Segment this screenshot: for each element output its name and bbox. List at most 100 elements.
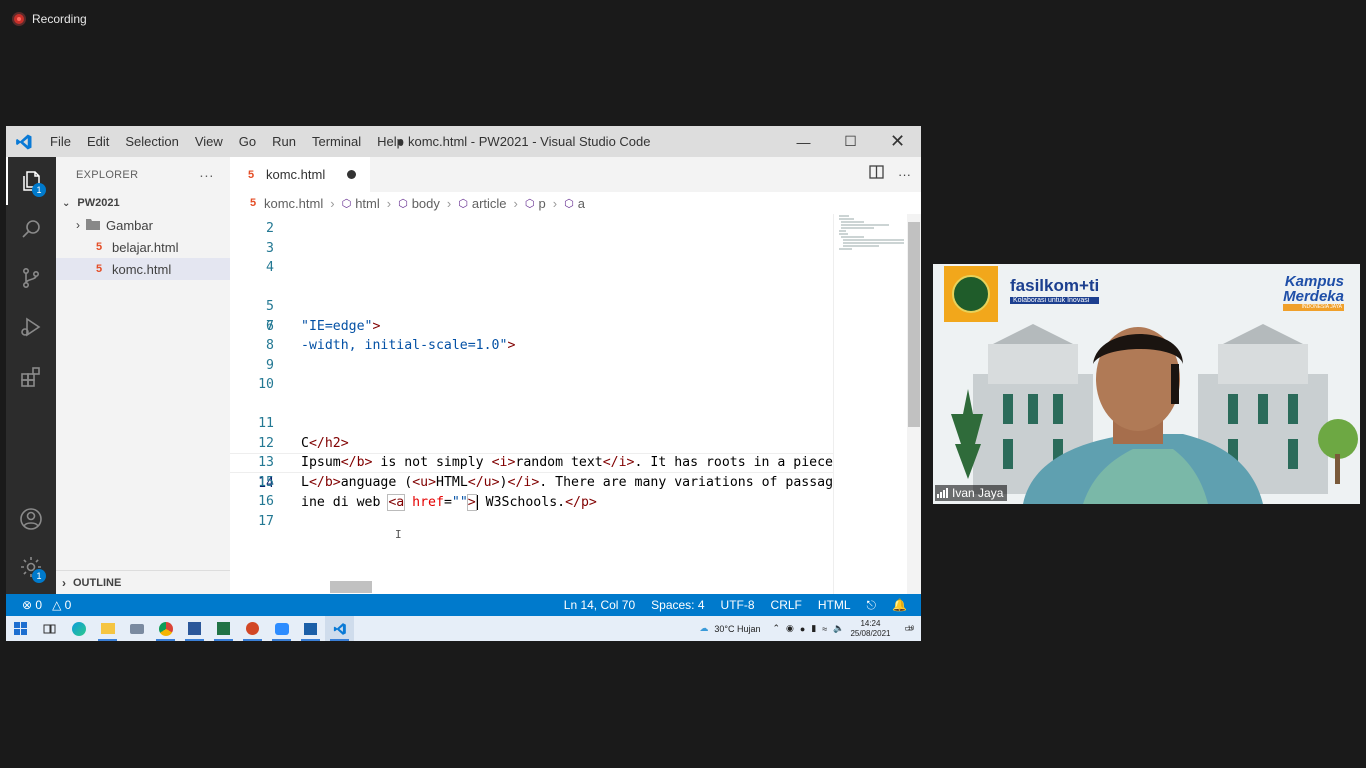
tree-item-belajar[interactable]: 5 belajar.html: [56, 236, 230, 258]
project-root[interactable]: ⌄ PW2021: [56, 192, 230, 214]
unsaved-dot-icon[interactable]: [347, 170, 357, 179]
explorer-sidebar: EXPLORER ··· ⌄ PW2021 › Gambar 5 belajar…: [56, 157, 230, 594]
menu-selection[interactable]: Selection: [117, 126, 186, 157]
more-actions-icon[interactable]: ···: [898, 167, 911, 182]
code-line: 13 L</b>anguage (<u>HTML</u>)</i>. There…: [230, 434, 833, 490]
clock-date: 25/08/2021: [850, 628, 891, 638]
explorer-title: EXPLORER: [76, 168, 139, 181]
merdeka-text: Merdeka: [1283, 288, 1344, 305]
menu-bar: File Edit Selection View Go Run Terminal…: [42, 126, 412, 157]
weather-text[interactable]: 30°C Hujan: [714, 624, 760, 634]
tree-item-gambar[interactable]: › Gambar: [56, 214, 230, 236]
word-icon[interactable]: [180, 616, 209, 641]
chrome-icon[interactable]: [151, 616, 180, 641]
explorer-badge: 1: [32, 183, 46, 197]
vertical-scrollbar[interactable]: [907, 214, 921, 594]
language-mode[interactable]: HTML: [818, 598, 851, 612]
windows-start-icon[interactable]: [6, 616, 35, 641]
excel-icon[interactable]: [209, 616, 238, 641]
microphone-icon[interactable]: ●: [800, 624, 805, 634]
vscode-logo-icon: [6, 126, 42, 157]
menu-view[interactable]: View: [187, 126, 231, 157]
explorer-icon[interactable]: 1: [6, 157, 56, 205]
file-explorer-icon[interactable]: [93, 616, 122, 641]
settings-gear-icon[interactable]: 1: [6, 543, 56, 591]
horizontal-scrollbar-thumb[interactable]: [330, 581, 372, 593]
tree-item-komc[interactable]: 5 komc.html: [56, 258, 230, 280]
camera-app-icon[interactable]: [122, 616, 151, 641]
code-line: 9: [230, 356, 833, 376]
code-line-current: 14 ine di web <a href=""> W3Schools.</p>: [230, 453, 833, 511]
menu-go[interactable]: Go: [231, 126, 264, 157]
error-count: 0: [35, 598, 43, 612]
tree-right: [1318, 419, 1358, 459]
more-actions-icon[interactable]: ···: [199, 167, 214, 183]
edge-browser-icon[interactable]: [64, 616, 93, 641]
extensions-icon[interactable]: [6, 353, 56, 401]
editor-area: 5 komc.html ··· 5 komc.html › ⬡ html › ⬡…: [230, 157, 921, 594]
menu-help[interactable]: Help: [369, 126, 412, 157]
breadcrumb-a[interactable]: a: [578, 196, 585, 211]
menu-edit[interactable]: Edit: [79, 126, 117, 157]
clock[interactable]: 14:24 25/08/2021: [850, 619, 890, 639]
line-ending[interactable]: CRLF: [771, 598, 802, 612]
indentation[interactable]: Spaces: 4: [651, 598, 704, 612]
cursor-position[interactable]: Ln 14, Col 70: [564, 598, 635, 612]
minimap[interactable]: [833, 214, 907, 594]
powerpoint-icon[interactable]: [238, 616, 267, 641]
wifi-icon[interactable]: ≈: [822, 624, 827, 634]
feedback-icon[interactable]: ⎋: [867, 598, 877, 613]
participant-name-tag: Ivan Jaya: [935, 485, 1008, 501]
split-editor-icon[interactable]: [869, 165, 884, 184]
scrollbar-thumb[interactable]: [908, 222, 920, 427]
code-line: 12 Ipsum</b> is not simply <i>random tex…: [230, 414, 833, 471]
chevron-up-icon[interactable]: ⌃: [772, 623, 780, 634]
notification-icon[interactable]: ▭ 10: [904, 623, 914, 634]
menu-terminal[interactable]: Terminal: [304, 126, 369, 157]
kampus-subtitle: INDONESIA JAYA: [1283, 304, 1344, 311]
close-icon[interactable]: ✕: [874, 126, 921, 157]
code-line: 6 -width, initial-scale=1.0">: [230, 297, 833, 354]
encoding[interactable]: UTF-8: [721, 598, 755, 612]
code-editor[interactable]: 2 3 4 5 "IE=edge"> 6 -width, initial-sca…: [230, 214, 833, 594]
task-view-icon[interactable]: [35, 616, 64, 641]
search-icon[interactable]: [6, 205, 56, 253]
breadcrumb-body[interactable]: body: [412, 196, 440, 211]
title-bar: File Edit Selection View Go Run Terminal…: [6, 126, 921, 157]
volume-icon[interactable]: 🔈: [833, 623, 844, 634]
element-icon: ⬡: [524, 197, 535, 210]
ibeam-cursor-icon: I: [395, 528, 402, 541]
zoom-icon[interactable]: [267, 616, 296, 641]
line-number: 4: [266, 260, 274, 275]
problems-status[interactable]: ⊗ 0 △ 0: [6, 598, 71, 612]
breadcrumb-article[interactable]: article: [472, 196, 507, 211]
vscode-window: File Edit Selection View Go Run Terminal…: [6, 126, 921, 641]
bell-icon[interactable]: 🔔: [892, 598, 907, 612]
tray-app-icon[interactable]: ◉: [786, 623, 794, 634]
warning-count: 0: [64, 598, 72, 612]
vscode-taskbar-icon[interactable]: [325, 616, 354, 641]
code-line: 10: [230, 375, 833, 395]
photos-icon[interactable]: [296, 616, 325, 641]
maximize-icon[interactable]: ☐: [827, 126, 874, 157]
breadcrumb-file[interactable]: komc.html: [264, 196, 323, 211]
run-debug-icon[interactable]: [6, 303, 56, 351]
outline-section[interactable]: › OUTLINE: [56, 570, 230, 594]
tree-item-label: belajar.html: [112, 239, 179, 255]
window-controls: — ☐ ✕: [780, 126, 921, 157]
breadcrumb-p[interactable]: p: [539, 196, 546, 211]
source-control-icon[interactable]: [6, 254, 56, 302]
weather-icon: ☁: [699, 623, 709, 633]
participant-name: Ivan Jaya: [952, 486, 1004, 500]
line-number: 10: [258, 377, 274, 392]
folder-icon: [86, 218, 100, 233]
battery-icon[interactable]: ▮: [811, 623, 816, 634]
menu-file[interactable]: File: [42, 126, 79, 157]
tab-komc-html[interactable]: 5 komc.html: [230, 157, 371, 192]
line-number: 2: [266, 221, 274, 236]
menu-run[interactable]: Run: [264, 126, 304, 157]
minimize-icon[interactable]: —: [780, 126, 827, 157]
accounts-icon[interactable]: [6, 495, 56, 543]
breadcrumb-html[interactable]: html: [355, 196, 380, 211]
element-icon: ⬡: [564, 197, 574, 210]
